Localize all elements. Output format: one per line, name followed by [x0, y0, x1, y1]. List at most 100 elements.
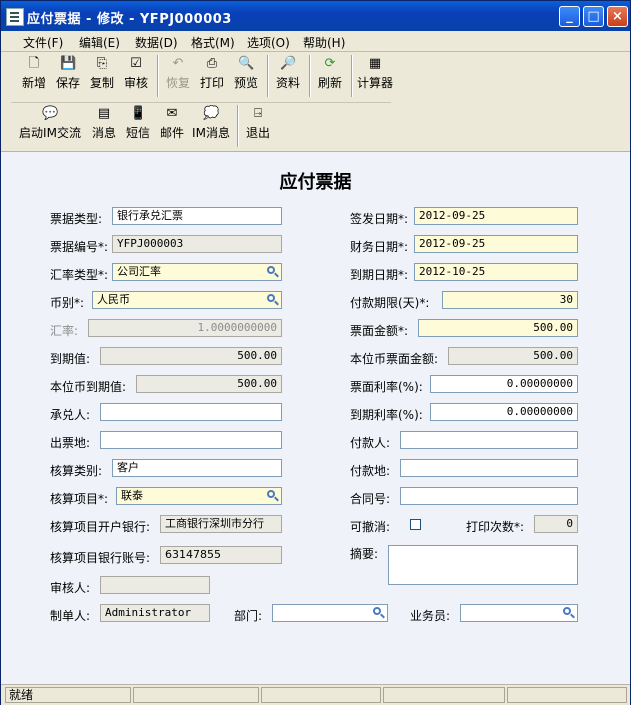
printer-icon: ⎙: [206, 56, 218, 71]
pay-term-field[interactable]: 30: [442, 291, 578, 309]
face-rate-field[interactable]: 0.00000000: [430, 375, 578, 393]
toolbar-separator: [157, 55, 159, 97]
save-button[interactable]: 💾 保存: [53, 53, 83, 99]
local-face-amount-field[interactable]: 500.00: [448, 347, 578, 365]
message-button[interactable]: ▤ 消息: [89, 103, 119, 149]
issue-date-field[interactable]: 2012-09-25: [414, 207, 578, 225]
auditor-field[interactable]: [100, 576, 210, 594]
app-window: 应付票据 - 修改 - YFPJ000003 _ □ × 文件(F) 编辑(E)…: [0, 0, 631, 705]
summary-textarea[interactable]: [388, 545, 578, 585]
dept-field[interactable]: [272, 604, 388, 622]
acct-category-field[interactable]: 客户: [112, 459, 282, 477]
salesman-label: 业务员:: [410, 609, 451, 623]
acct-category-label: 核算类别:: [50, 464, 103, 478]
title-bar[interactable]: 应付票据 - 修改 - YFPJ000003 _ □ ×: [1, 1, 630, 31]
menu-help[interactable]: 帮助(H): [303, 34, 345, 51]
currency-label: 币别*:: [50, 296, 85, 310]
local-face-amount-label: 本位币票面金额:: [350, 352, 439, 366]
bill-type-label: 票据类型:: [50, 212, 103, 226]
salesman-field[interactable]: [460, 604, 578, 622]
menu-format[interactable]: 格式(M): [191, 34, 235, 51]
face-amount-label: 票面金额*:: [350, 324, 409, 338]
due-date-field[interactable]: 2012-10-25: [414, 263, 578, 281]
preview-button[interactable]: 🔍 预览: [231, 53, 261, 99]
issue-place-field[interactable]: [100, 431, 282, 449]
menu-file[interactable]: 文件(F): [23, 34, 63, 51]
payer-field[interactable]: [400, 431, 578, 449]
local-due-value-field[interactable]: 500.00: [136, 375, 282, 393]
lookup-icon[interactable]: [371, 606, 386, 620]
exit-button[interactable]: ⍈ 退出: [243, 103, 273, 149]
mail-button[interactable]: ✉ 邮件: [157, 103, 187, 149]
print-count-field[interactable]: 0: [534, 515, 578, 533]
acct-bank-field[interactable]: 工商银行深圳市分行: [160, 515, 282, 533]
new-button[interactable]: 🗋 新增: [19, 53, 49, 99]
lookup-icon[interactable]: [561, 606, 576, 620]
im-message-button[interactable]: 💭 IM消息: [191, 103, 231, 149]
toolbar-separator: [309, 55, 311, 97]
summary-label: 摘要:: [350, 547, 379, 561]
audit-button[interactable]: ☑ 审核: [121, 53, 151, 99]
acceptor-label: 承兑人:: [50, 408, 91, 422]
info-button[interactable]: 🔎 资料: [273, 53, 303, 99]
menu-options[interactable]: 选项(O): [247, 34, 290, 51]
copy-button[interactable]: ⎘ 复制: [87, 53, 117, 99]
currency-field[interactable]: 人民币: [92, 291, 282, 309]
creator-label: 制单人:: [50, 609, 91, 623]
acct-account-field[interactable]: 63147855: [160, 546, 282, 564]
acct-item-field[interactable]: 联泰: [116, 487, 282, 505]
menu-bar: 文件(F) 编辑(E) 数据(D) 格式(M) 选项(O) 帮助(H): [1, 31, 630, 52]
toolbar-separator: [237, 105, 239, 147]
pay-place-field[interactable]: [400, 459, 578, 477]
rate-type-field[interactable]: 公司汇率: [112, 263, 282, 281]
dept-label: 部门:: [234, 609, 263, 623]
menu-edit[interactable]: 编辑(E): [79, 34, 120, 51]
revocable-checkbox[interactable]: [410, 519, 421, 530]
bill-type-field[interactable]: 银行承兑汇票: [112, 207, 282, 225]
calculator-button[interactable]: ▦ 计算器: [355, 53, 395, 99]
acceptor-field[interactable]: [100, 403, 282, 421]
due-rate-field[interactable]: 0.00000000: [430, 403, 578, 421]
issue-date-label: 签发日期*:: [350, 212, 409, 226]
bill-no-field[interactable]: YFPJ000003: [112, 235, 282, 253]
new-document-icon: 🗋: [28, 56, 40, 71]
auditor-label: 审核人:: [50, 581, 91, 595]
due-value-label: 到期值:: [50, 352, 91, 366]
info-search-icon: 🔎: [280, 56, 297, 71]
copy-icon: ⎘: [96, 56, 108, 71]
print-button[interactable]: ⎙ 打印: [197, 53, 227, 99]
pay-term-label: 付款期限(天)*:: [350, 296, 430, 310]
acct-account-label: 核算项目银行账号:: [50, 551, 151, 565]
undo-icon: ↶: [172, 56, 184, 71]
fin-date-field[interactable]: 2012-09-25: [414, 235, 578, 253]
audit-check-icon: ☑: [130, 56, 142, 71]
magnifier-page-icon: 🔍: [238, 56, 255, 71]
payer-label: 付款人:: [350, 436, 391, 450]
exchange-rate-field[interactable]: 1.0000000000: [88, 319, 282, 337]
app-icon: [6, 8, 24, 26]
face-amount-field[interactable]: 500.00: [418, 319, 578, 337]
restore-button[interactable]: ↶ 恢复: [163, 53, 193, 99]
close-button[interactable]: ×: [607, 6, 628, 27]
refresh-icon: ⟳: [324, 56, 336, 71]
maximize-button[interactable]: □: [583, 6, 604, 27]
due-value-field[interactable]: 500.00: [100, 347, 282, 365]
start-im-button[interactable]: 💬 启动IM交流: [19, 103, 81, 149]
due-rate-label: 到期利率(%):: [350, 408, 423, 422]
status-panel: [383, 687, 505, 703]
lookup-icon[interactable]: [265, 265, 280, 279]
issue-place-label: 出票地:: [50, 436, 91, 450]
sms-button[interactable]: 📱 短信: [123, 103, 153, 149]
menu-data[interactable]: 数据(D): [135, 34, 178, 51]
toolbar-separator: [351, 55, 353, 97]
main-toolbar: 🗋 新增 💾 保存 ⎘ 复制 ☑ 审核 ↶ 恢复 ⎙ 打印 🔍 预览 🔎 资料 ⟳ 刷新 ▦ 计算器: [11, 53, 393, 101]
im-chat-icon: 💭: [203, 106, 220, 121]
contract-field[interactable]: [400, 487, 578, 505]
refresh-button[interactable]: ⟳ 刷新: [315, 53, 345, 99]
creator-field[interactable]: Administrator: [100, 604, 210, 622]
toolbar-separator: [267, 55, 269, 97]
lookup-icon[interactable]: [265, 293, 280, 307]
minimize-button[interactable]: _: [559, 6, 580, 27]
lookup-icon[interactable]: [265, 489, 280, 503]
revocable-label: 可撤消:: [350, 520, 391, 534]
